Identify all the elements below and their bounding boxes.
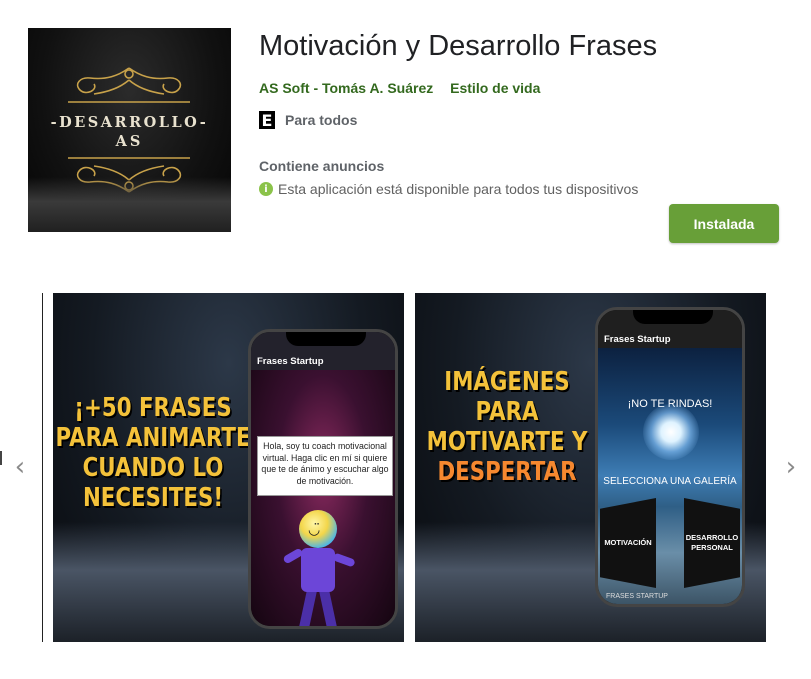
- phone-mockup: Frases Startup ¡NO TE RINDAS! SELECCIONA…: [595, 307, 745, 607]
- mascot-leg: [298, 587, 318, 626]
- phone-footer-text: FRASES STARTUP: [606, 593, 668, 600]
- chevron-left-icon[interactable]: ‹: [11, 454, 29, 480]
- mascot-body: [301, 548, 335, 592]
- headline-line: IMÁGENES: [444, 367, 570, 397]
- content-rating-icon: E: [259, 111, 275, 130]
- install-button[interactable]: Instalada: [669, 204, 779, 243]
- headline-highlight: DESPERTAR: [437, 457, 577, 487]
- screenshot-2[interactable]: IMÁGENES PARA MOTIVARTE Y DESPERTAR Fras…: [415, 293, 766, 642]
- chevron-right-icon[interactable]: ›: [782, 454, 800, 480]
- headline-line: PARA: [475, 397, 539, 427]
- availability-notice: Esta aplicación está disponible para tod…: [278, 181, 639, 197]
- gallery-option-desarrollo: DESARROLLO PERSONAL: [684, 498, 740, 588]
- ads-notice: Contiene anuncios: [259, 158, 385, 174]
- edge-mark: [0, 451, 2, 465]
- mascot-arm: [332, 552, 356, 568]
- app-icon: -DESARROLLO- AS: [28, 28, 231, 232]
- developer-link[interactable]: AS Soft - Tomás A. Suárez: [259, 80, 433, 96]
- app-meta-row: AS Soft - Tomás A. Suárez Estilo de vida: [259, 80, 540, 96]
- promo-headline: IMÁGENES PARA MOTIVARTE Y DESPERTAR: [415, 367, 605, 487]
- headline-line: PARA ANIMARTE: [55, 423, 251, 453]
- app-icon-word-1: -DESARROLLO-: [50, 114, 209, 131]
- phone-screen: ¡NO TE RINDAS! SELECCIONA UNA GALERÍA MO…: [598, 348, 742, 604]
- info-icon: i: [259, 182, 273, 196]
- app-title: Motivación y Desarrollo Frases: [259, 30, 658, 62]
- phone-notch: [286, 332, 366, 346]
- screenshot-1[interactable]: ¡+50 FRASES PARA ANIMARTE CUANDO LO NECE…: [53, 293, 404, 642]
- pedestal: [261, 628, 385, 629]
- category-link[interactable]: Estilo de vida: [450, 80, 540, 96]
- carousel-divider: [42, 293, 43, 642]
- gallery-option-motivacion: MOTIVACIÓN: [600, 498, 656, 588]
- headline-line: MOTIVARTE Y: [426, 427, 588, 457]
- phone-notch: [633, 310, 713, 324]
- availability-row: i Esta aplicación está disponible para t…: [259, 181, 638, 197]
- app-icon-word-2: AS: [115, 133, 144, 150]
- promo-headline: ¡+50 FRASES PARA ANIMARTE CUANDO LO NECE…: [55, 393, 252, 513]
- content-rating: E Para todos: [259, 111, 358, 130]
- headline-line: CUANDO LO: [82, 453, 224, 483]
- smiley-icon: ◡̈: [308, 522, 321, 538]
- phone-screen: Hola, soy tu coach motivacional virtual.…: [251, 370, 395, 626]
- speech-bubble: Hola, soy tu coach motivacional virtual.…: [257, 436, 393, 496]
- light-burst: [643, 404, 699, 460]
- content-rating-label: Para todos: [285, 112, 358, 128]
- phone-mockup: Frases Startup Hola, soy tu coach motiva…: [248, 329, 398, 629]
- app-icon-floor: [28, 177, 231, 232]
- gallery-prompt: SELECCIONA UNA GALERÍA: [603, 476, 737, 487]
- headline-line: ¡+50 FRASES: [74, 393, 232, 423]
- mascot-leg: [318, 587, 338, 626]
- headline-line: NECESITES!: [82, 483, 224, 513]
